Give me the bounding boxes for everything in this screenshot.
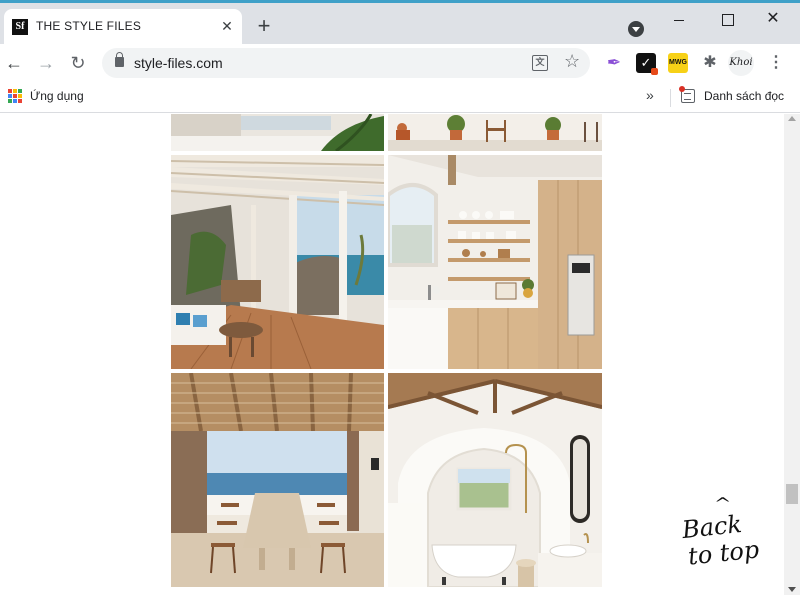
gallery-image-dining-table-sea-view[interactable]: [171, 373, 384, 587]
browser-window: Sf THE STYLE FILES ✕ + ✕ ← → ↻ style-fil…: [0, 0, 800, 595]
reading-list-label[interactable]: Danh sách đọc: [704, 89, 784, 103]
scroll-thumb[interactable]: [786, 484, 798, 504]
reading-list-icon[interactable]: [679, 86, 695, 103]
window-close-button[interactable]: ✕: [758, 9, 788, 31]
apps-grid-icon[interactable]: [8, 89, 22, 103]
mwg-extension-icon[interactable]: MWG: [668, 53, 688, 73]
gallery-image-seaside-pergola-terrace[interactable]: [171, 155, 384, 369]
address-bar[interactable]: style-files.com 文 ☆: [102, 48, 590, 78]
browser-toolbar: ← → ↻ style-files.com 文 ☆ ✒ ✓ MWG ✱ Khoi…: [0, 44, 800, 82]
site-favicon-icon: Sf: [12, 19, 28, 35]
forward-arrow-icon[interactable]: →: [34, 51, 58, 75]
tab-search-dropdown-icon[interactable]: [628, 21, 644, 37]
apps-bookmark-label[interactable]: Ứng dụng: [30, 89, 84, 103]
tab-title: THE STYLE FILES: [36, 19, 142, 33]
page-viewport: ^ Back to top: [0, 114, 784, 595]
lock-icon[interactable]: [115, 52, 124, 67]
gallery-image-patio-partial[interactable]: [388, 114, 602, 151]
vertical-scrollbar[interactable]: [784, 114, 800, 595]
tab-the-style-files[interactable]: Sf THE STYLE FILES ✕: [4, 9, 242, 44]
bookmarks-divider: [670, 89, 671, 107]
scroll-up-arrow-icon[interactable]: [788, 116, 796, 121]
tab-close-icon[interactable]: ✕: [218, 17, 236, 35]
kebab-menu-icon[interactable]: ⋮: [766, 53, 786, 73]
bookmarks-bar: Ứng dụng » Danh sách đọc: [0, 82, 800, 113]
profile-avatar[interactable]: Khoi: [728, 50, 754, 76]
check-extension-icon[interactable]: ✓: [636, 53, 658, 75]
back-to-top-label-line2: to top: [686, 535, 761, 571]
back-to-top-caret-icon: ^: [713, 494, 732, 513]
gallery-image-terrace-partial[interactable]: [171, 114, 384, 151]
back-to-top-button[interactable]: ^ Back to top: [672, 496, 766, 584]
scroll-down-arrow-icon[interactable]: [788, 587, 796, 592]
new-tab-button[interactable]: +: [252, 15, 276, 39]
maximize-button[interactable]: [712, 9, 742, 31]
back-arrow-icon[interactable]: ←: [2, 51, 26, 75]
bookmark-star-icon[interactable]: ☆: [564, 51, 580, 72]
translate-icon[interactable]: 文: [532, 55, 548, 71]
reload-icon[interactable]: ↻: [66, 51, 90, 75]
gallery-image-arched-white-bathroom[interactable]: [388, 373, 602, 587]
gallery-image-minimal-wood-kitchen[interactable]: [388, 155, 602, 369]
puzzle-icon[interactable]: ✱: [700, 53, 720, 73]
bookmarks-overflow-icon[interactable]: »: [646, 87, 654, 103]
tab-strip: Sf THE STYLE FILES ✕ + ✕: [0, 0, 800, 44]
url-text[interactable]: style-files.com: [134, 55, 223, 71]
minimize-button[interactable]: [664, 9, 694, 31]
quill-extension-icon[interactable]: ✒: [604, 53, 624, 73]
